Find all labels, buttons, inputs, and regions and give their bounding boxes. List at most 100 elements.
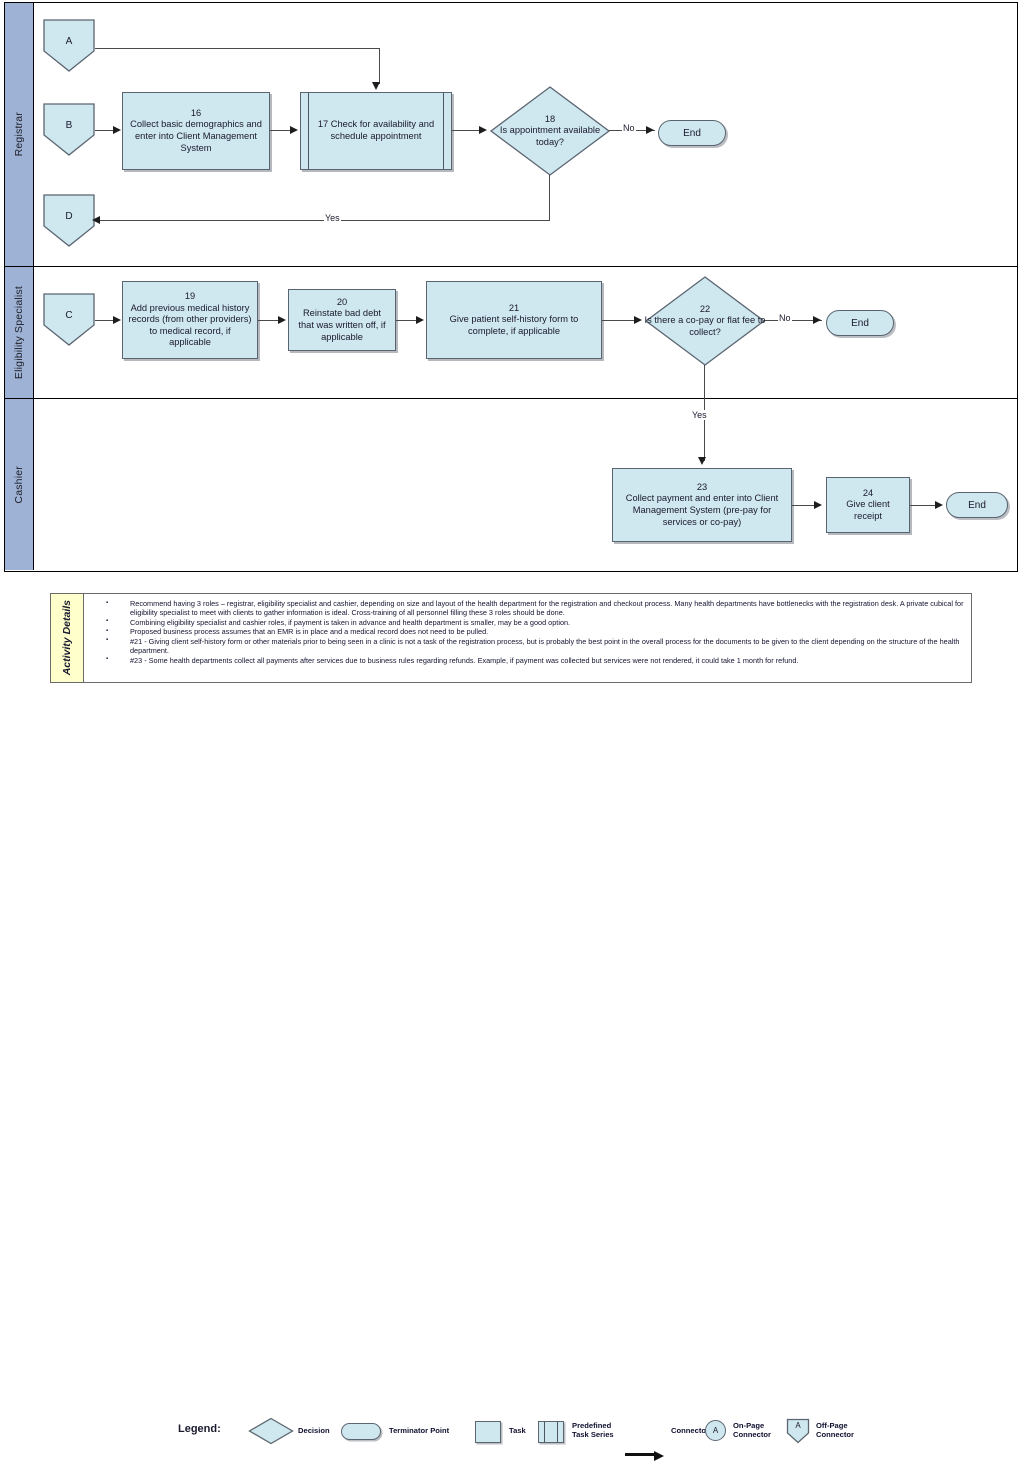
terminator-end-1-label: End (683, 127, 701, 139)
connector-a-to-17-h (95, 48, 380, 50)
task-box-icon (475, 1421, 501, 1443)
off-page-connector-a[interactable]: A (42, 18, 96, 73)
lane-body-eligibility: C 19 Add previous medical history record… (34, 267, 1017, 399)
connector-19-to-20-arrowhead (278, 316, 286, 324)
legend: Legend: Decision Terminator Point Task P… (0, 705, 1024, 1461)
task-24-number: 24 (862, 487, 874, 498)
off-page-connector-glyph: A (795, 1421, 801, 1430)
lane-header-eligibility: Eligibility Specialist (5, 267, 34, 398)
swimlane-pool: Registrar A B D 16 Collect basic demogra… (4, 2, 1018, 572)
task-21-text: Give patient self-history form to comple… (449, 314, 579, 336)
connector-b-to-16-arrowhead (113, 126, 121, 134)
off-page-connector-d[interactable]: D (42, 193, 96, 248)
decision-18-number: 18 (544, 113, 556, 124)
flowchart-canvas: Registrar A B D 16 Collect basic demogra… (0, 0, 1024, 1461)
decision-18-text: Is appointment available today? (499, 125, 601, 147)
off-page-connector-b-label: B (65, 120, 73, 131)
connector-a-to-17-arrowhead (372, 82, 380, 90)
activity-details-title: Activity Details (61, 600, 73, 676)
edge-label-18-no: No (622, 123, 636, 133)
activity-details-panel: Activity Details Recommend having 3 role… (50, 593, 972, 683)
terminator-end-1[interactable]: End (658, 120, 726, 146)
connector-20-to-21-arrowhead (416, 316, 424, 324)
task-16[interactable]: 16 Collect basic demographics and enter … (122, 92, 270, 170)
lane-label-registrar: Registrar (13, 112, 25, 157)
off-page-connector-icon: A (786, 1418, 810, 1444)
task-17-predefined[interactable]: 17 Check for availability and schedule a… (300, 92, 452, 170)
connector-21-to-22-arrowhead (634, 316, 642, 324)
connector-16-to-17 (270, 130, 292, 132)
task-19-number: 19 (184, 291, 196, 302)
connector-18-yes-v (549, 175, 551, 221)
legend-title: Legend: (178, 1423, 221, 1435)
list-item: Proposed business process assumes that a… (90, 627, 965, 637)
activity-details-tab: Activity Details (51, 594, 84, 682)
decision-22[interactable]: 22 Is there a co-pay or flat fee to coll… (644, 275, 766, 367)
connector-22-yes-arrowhead (698, 457, 706, 465)
lane-header-cashier: Cashier (5, 399, 34, 570)
connector-c-to-19 (95, 320, 115, 322)
swimlane-cashier: Cashier Yes 23 Collect payment and enter… (5, 399, 1017, 570)
task-20-text: Reinstate bad debt that was written off,… (298, 308, 386, 342)
connector-17-to-18-arrowhead (479, 126, 487, 134)
legend-label-decision: Decision (298, 1426, 330, 1435)
decision-22-text: Is there a co-pay or flat fee to collect… (644, 315, 766, 337)
task-21-number: 21 (508, 302, 520, 313)
task-16-text: Collect basic demographics and enter int… (130, 119, 262, 153)
swimlane-eligibility-specialist: Eligibility Specialist C 19 Add previous… (5, 267, 1017, 399)
legend-label-on-page: On-Page Connector (733, 1421, 771, 1439)
task-19[interactable]: 19 Add previous medical history records … (122, 281, 258, 359)
activity-details-body: Recommend having 3 roles – registrar, el… (84, 594, 971, 682)
connector-16-to-17-arrowhead (290, 126, 298, 134)
legend-label-off-page: Off-Page Connector (816, 1421, 854, 1439)
on-page-connector-glyph: A (712, 1426, 719, 1435)
connector-23-to-24 (792, 505, 816, 507)
list-item: #23 - Some health departments collect al… (90, 655, 965, 665)
decision-diamond-icon (248, 1417, 294, 1450)
task-23-number: 23 (696, 481, 708, 492)
task-24[interactable]: 24 Give client receipt (826, 477, 910, 533)
task-20-number: 20 (336, 296, 348, 307)
legend-label-connector: Connector (671, 1426, 709, 1435)
terminator-icon (341, 1423, 381, 1440)
terminator-end-3[interactable]: End (946, 492, 1008, 518)
list-item: Recommend having 3 roles – registrar, el… (90, 598, 965, 617)
edge-label-18-yes: Yes (324, 213, 341, 223)
task-23[interactable]: 23 Collect payment and enter into Client… (612, 468, 792, 542)
connector-17-to-18 (452, 130, 480, 132)
task-17-text: Check for availability and schedule appo… (330, 119, 435, 141)
lane-body-registrar: A B D 16 Collect basic demographics and (34, 3, 1017, 266)
connector-22-yes-v-lower (704, 399, 706, 461)
terminator-end-3-label: End (968, 499, 986, 511)
connector-c-to-19-arrowhead (113, 316, 121, 324)
legend-label-predefined: Predefined Task Series (572, 1421, 614, 1439)
on-page-connector-icon: A (705, 1420, 726, 1441)
connector-24-to-end (910, 505, 938, 507)
swimlane-registrar: Registrar A B D 16 Collect basic demogra… (5, 3, 1017, 267)
connector-21-to-22 (602, 320, 636, 322)
legend-label-task: Task (509, 1426, 526, 1435)
edge-label-22-no: No (778, 313, 792, 323)
terminator-end-2[interactable]: End (826, 310, 894, 336)
task-20[interactable]: 20 Reinstate bad debt that was written o… (288, 289, 396, 351)
lane-label-eligibility: Eligibility Specialist (13, 285, 25, 380)
lane-body-cashier: Yes 23 Collect payment and enter into Cl… (34, 399, 1017, 570)
connector-b-to-16 (95, 130, 115, 132)
edge-label-22-yes: Yes (691, 410, 708, 420)
predefined-task-icon (538, 1421, 564, 1443)
off-page-connector-b[interactable]: B (42, 102, 96, 157)
task-16-number: 16 (190, 107, 202, 118)
decision-18[interactable]: 18 Is appointment available today? (489, 85, 611, 177)
connector-22-no-arrowhead (813, 316, 821, 324)
connector-20-to-21 (396, 320, 418, 322)
lane-label-cashier: Cashier (13, 465, 25, 504)
list-item: Combining eligibility specialist and cas… (90, 617, 965, 627)
arrow-connector-icon (625, 1451, 664, 1461)
connector-24-to-end-arrowhead (935, 501, 943, 509)
task-23-text: Collect payment and enter into Client Ma… (625, 493, 779, 527)
connector-18-no-arrowhead (646, 126, 654, 134)
connector-23-to-24-arrowhead (814, 501, 822, 509)
off-page-connector-c-label: C (65, 310, 73, 321)
task-21[interactable]: 21 Give patient self-history form to com… (426, 281, 602, 359)
off-page-connector-c[interactable]: C (42, 292, 96, 347)
